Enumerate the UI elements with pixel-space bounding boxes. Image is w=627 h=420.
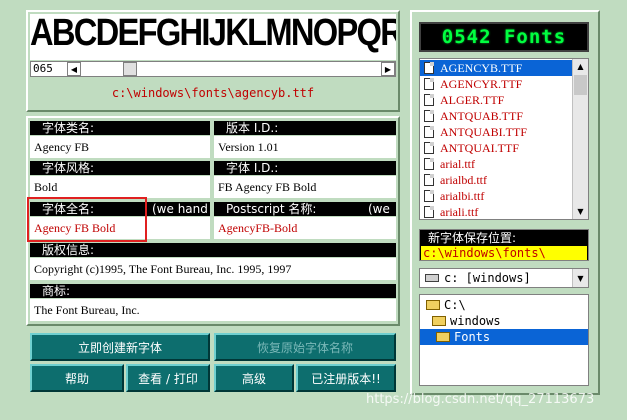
advanced-button[interactable]: 高级 xyxy=(214,364,294,392)
file-list-item[interactable]: AGENCYB.TTF xyxy=(420,60,573,76)
file-name: AGENCYB.TTF xyxy=(440,61,523,75)
file-name: arialbi.ttf xyxy=(440,189,485,203)
font-preview-box: ABCDEFGHIJKLMNOPQRST xyxy=(30,14,396,60)
version-value[interactable]: Version 1.01 xyxy=(214,136,396,158)
file-name: arialbd.ttf xyxy=(440,173,487,187)
tree-item-root[interactable]: C:\ xyxy=(422,297,466,313)
drive-select[interactable]: c: [windows] ▼ xyxy=(419,268,589,288)
trademark-value[interactable]: The Font Bureau, Inc. xyxy=(30,299,396,321)
file-list-item[interactable]: arial.ttf xyxy=(420,156,573,172)
folder-open-icon xyxy=(436,332,450,342)
font-file-list[interactable]: AGENCYB.TTF AGENCYR.TTF ALGER.TTF ANTQUAB.T… xyxy=(419,58,589,220)
size-scrollbar[interactable]: 065 ◀ ▶ xyxy=(30,61,396,77)
file-name: AGENCYR.TTF xyxy=(440,77,523,91)
version-label: 版本 I.D.: xyxy=(214,121,396,135)
document-icon xyxy=(424,206,434,218)
copyright-value[interactable]: Copyright (c)1995, The Font Bureau, Inc.… xyxy=(30,258,396,280)
trademark-label: 商标: xyxy=(30,284,396,298)
folder-icon xyxy=(426,300,440,310)
drive-value: c: [windows] xyxy=(444,271,531,285)
lcd-title: 0542 Fonts xyxy=(441,26,567,48)
font-id-label: 字体 I.D.: xyxy=(214,161,396,175)
tree-item-fonts[interactable]: Fonts xyxy=(420,329,588,345)
document-icon xyxy=(424,94,434,106)
size-scroll-thumb[interactable] xyxy=(123,62,137,76)
scroll-down-icon[interactable]: ▼ xyxy=(573,204,588,219)
fullname-extra: (we hand xyxy=(152,202,208,216)
postscript-label: Postscript 名称: xyxy=(226,202,317,216)
help-button[interactable]: 帮助 xyxy=(30,364,124,392)
file-list-scrollbar[interactable]: ▲ ▼ xyxy=(572,59,588,219)
document-icon xyxy=(424,110,434,122)
watermark: https://blog.csdn.net/qq_27113673 xyxy=(366,392,595,407)
postscript-value[interactable]: AgencyFB-Bold xyxy=(214,217,396,239)
save-location-path[interactable]: c:\windows\fonts\ xyxy=(421,246,587,260)
family-value[interactable]: Agency FB xyxy=(30,136,210,158)
file-list-item[interactable]: ALGER.TTF xyxy=(420,92,573,108)
file-list-thumb[interactable] xyxy=(574,75,587,95)
font-sample-text: ABCDEFGHIJKLMNOPQRST xyxy=(30,14,396,54)
document-icon xyxy=(424,174,434,186)
font-id-value[interactable]: FB Agency FB Bold xyxy=(214,176,396,198)
lcd-display: 0542 Fonts xyxy=(419,22,589,52)
document-icon xyxy=(424,78,434,90)
postscript-label-bar: Postscript 名称: (we xyxy=(214,202,396,216)
file-list-item[interactable]: AGENCYR.TTF xyxy=(420,76,573,92)
file-list-item[interactable]: ariali.ttf xyxy=(420,204,573,219)
file-name: ANTQUAI.TTF xyxy=(440,141,519,155)
create-font-button[interactable]: 立即创建新字体 xyxy=(30,333,210,361)
chevron-down-icon[interactable]: ▼ xyxy=(572,269,588,287)
font-path: c:\windows\fonts\agencyb.ttf xyxy=(111,86,315,100)
file-name: ariali.ttf xyxy=(440,205,479,219)
document-icon xyxy=(424,190,434,202)
folder-icon xyxy=(432,316,446,326)
save-location-label: 新字体保存位置: xyxy=(428,231,517,245)
restore-name-button[interactable]: 恢复原始字体名称 xyxy=(214,333,396,361)
view-print-button[interactable]: 查看 / 打印 xyxy=(126,364,210,392)
size-value: 065 xyxy=(33,62,67,76)
file-name: arial.ttf xyxy=(440,157,475,171)
file-list-item[interactable]: arialbd.ttf xyxy=(420,172,573,188)
document-icon xyxy=(424,142,434,154)
directory-tree[interactable]: C:\ windows Fonts xyxy=(419,294,589,386)
family-label: 字体类名: xyxy=(30,121,210,135)
document-icon xyxy=(424,62,434,74)
save-location-box: 新字体保存位置: c:\windows\fonts\ xyxy=(419,229,589,261)
file-list-item[interactable]: ANTQUAI.TTF xyxy=(420,140,573,156)
file-list-item[interactable]: ANTQUAB.TTF xyxy=(420,108,573,124)
highlight-box xyxy=(27,197,147,242)
font-manager-window: { "preview": { "sample_text": "ABCDEFGHI… xyxy=(0,0,627,420)
file-list-item[interactable]: arialbi.ttf xyxy=(420,188,573,204)
postscript-extra: (we xyxy=(368,202,390,216)
style-value[interactable]: Bold xyxy=(30,176,210,198)
file-name: ALGER.TTF xyxy=(440,93,505,107)
file-list-item[interactable]: ANTQUABI.TTF xyxy=(420,124,573,140)
drive-icon xyxy=(425,274,439,282)
document-icon xyxy=(424,126,434,138)
file-list-items: AGENCYB.TTF AGENCYR.TTF ALGER.TTF ANTQUAB.T… xyxy=(420,60,573,219)
document-icon xyxy=(424,158,434,170)
style-label: 字体风格: xyxy=(30,161,210,175)
registered-button[interactable]: 已注册版本!! xyxy=(296,364,396,392)
scroll-up-icon[interactable]: ▲ xyxy=(573,59,588,74)
copyright-label: 版权信息: xyxy=(30,243,396,257)
file-name: ANTQUABI.TTF xyxy=(440,125,527,139)
scroll-right-icon[interactable]: ▶ xyxy=(381,62,395,76)
scroll-left-icon[interactable]: ◀ xyxy=(67,62,81,76)
tree-item-windows[interactable]: windows xyxy=(428,313,501,329)
file-name: ANTQUAB.TTF xyxy=(440,109,523,123)
